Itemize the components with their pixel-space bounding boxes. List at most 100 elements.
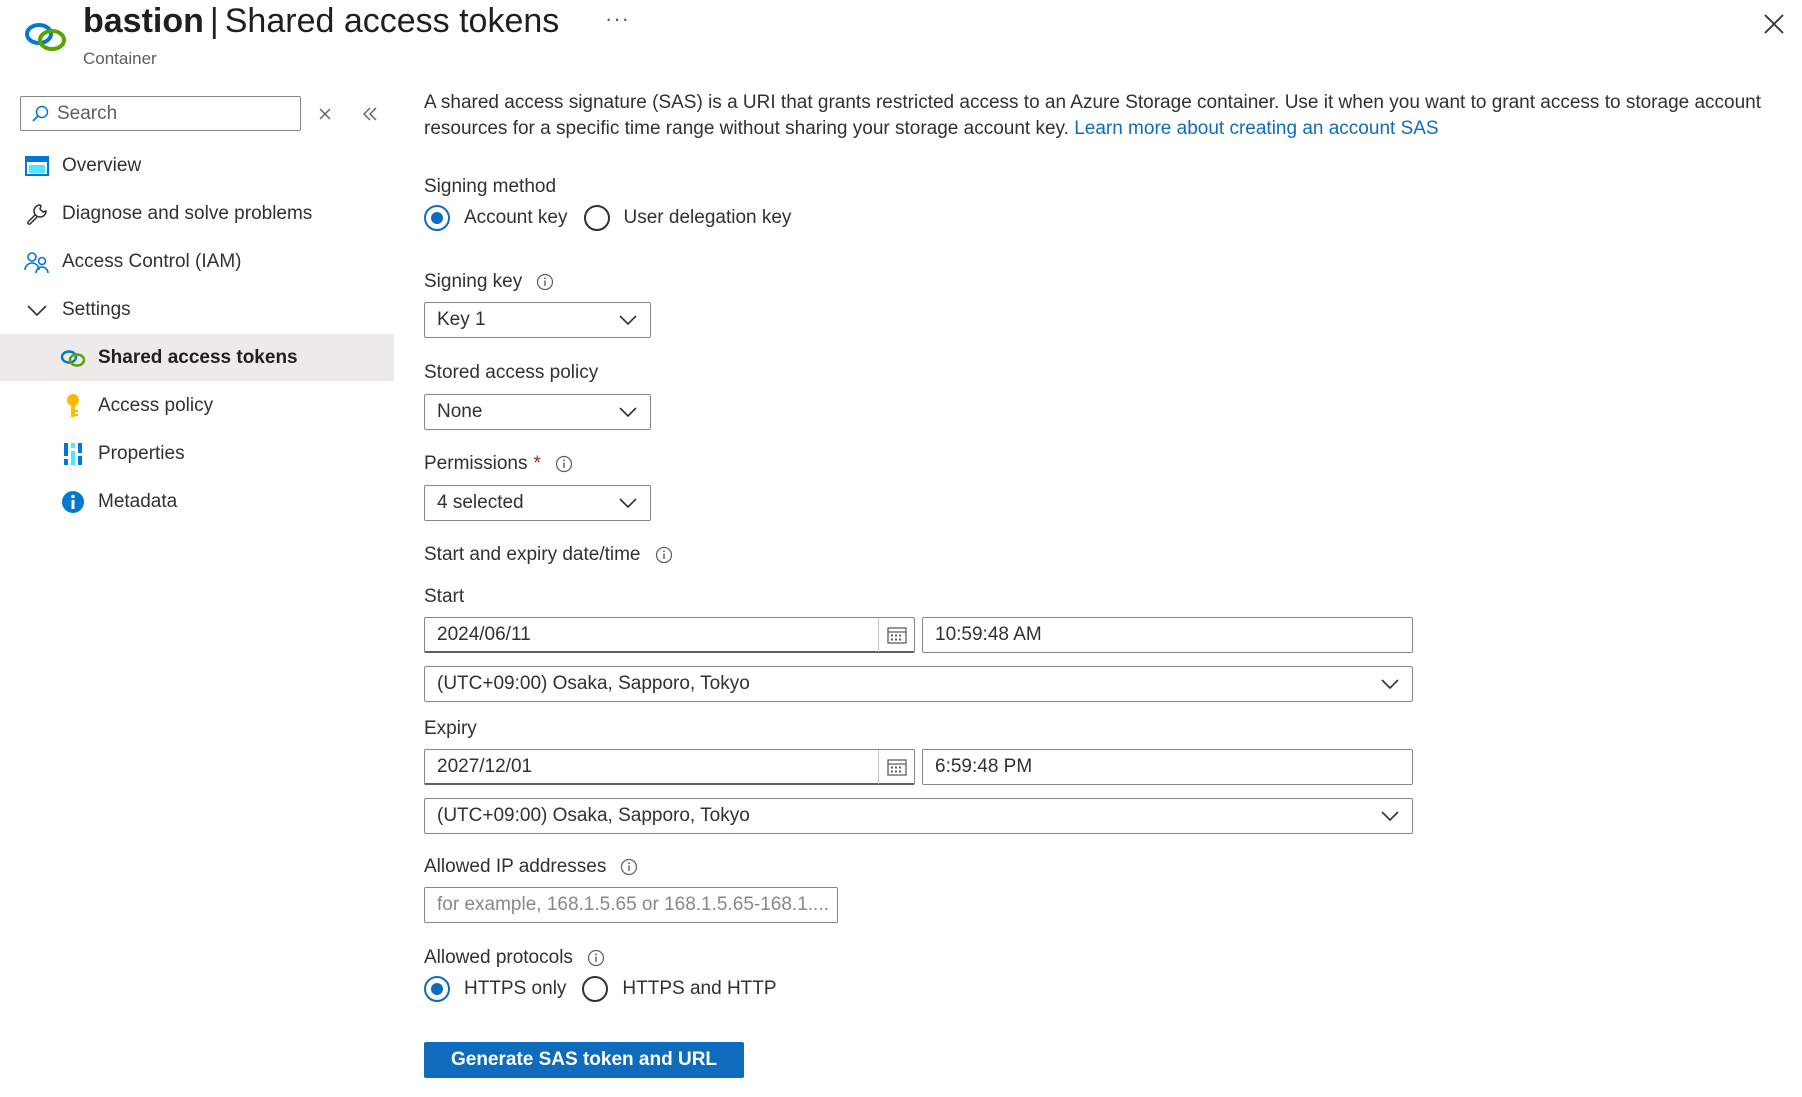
chevron-down-icon [619,315,637,326]
sidebar-item-overview[interactable]: Overview [0,142,394,189]
https-only-label[interactable]: HTTPS only [464,978,566,1000]
permissions-label-text: Permissions [424,453,528,474]
resource-type: Container [83,49,157,68]
stored-access-policy-value: None [437,401,483,422]
signing-key-dropdown[interactable]: Key 1 [424,302,651,338]
signing-method-radio-group: Account key User delegation key [424,205,807,231]
start-date-value: 2024/06/11 [437,623,531,645]
start-date-input[interactable]: 2024/06/11 [424,617,915,653]
allowed-ip-label: Allowed IP addresses [424,856,638,878]
calendar-button[interactable] [878,750,914,784]
info-icon[interactable] [655,546,673,564]
radio-dot [431,212,443,224]
account-key-radio[interactable] [424,205,450,231]
expiry-label-text: Expiry [424,718,477,739]
properties-icon [60,441,86,467]
start-time-value: 10:59:48 AM [935,624,1042,645]
permissions-value: 4 selected [437,492,524,513]
signing-method-label: Signing method [424,176,556,198]
info-icon[interactable] [620,858,638,876]
info-icon[interactable] [587,949,605,967]
close-icon[interactable] [1762,12,1786,36]
generate-sas-button[interactable]: Generate SAS token and URL [424,1042,744,1078]
link-icon [60,345,86,371]
datetime-section-label: Start and expiry date/time [424,544,673,566]
people-icon [24,249,50,275]
sidebar-item-properties[interactable]: Properties [0,430,394,477]
sas-form: A shared access signature (SAS) is a URI… [424,90,1784,1078]
expiry-timezone-value: (UTC+09:00) Osaka, Sapporo, Tokyo [437,805,750,826]
sidebar-item-shared-access-tokens[interactable]: Shared access tokens [0,334,394,381]
calendar-icon [886,759,907,776]
chevron-down-icon [619,498,637,509]
allowed-ip-placeholder: for example, 168.1.5.65 or 168.1.5.65-16… [437,894,829,915]
chevron-down-icon [1381,811,1399,822]
start-label: Start [424,586,464,608]
https-only-radio[interactable] [424,976,450,1002]
user-delegation-key-label[interactable]: User delegation key [624,207,792,229]
search-icon [32,105,49,122]
sidebar-item-iam[interactable]: Access Control (IAM) [0,238,394,285]
start-timezone-dropdown[interactable]: (UTC+09:00) Osaka, Sapporo, Tokyo [424,666,1413,702]
signing-key-label: Signing key [424,271,554,293]
signing-key-value: Key 1 [437,309,486,330]
chevron-down-icon [619,407,637,418]
https-and-http-radio[interactable] [582,976,609,1002]
collapse-menu-icon[interactable] [360,104,380,124]
sidebar-group-settings[interactable]: Settings [0,286,394,333]
sidebar-item-label: Diagnose and solve problems [62,202,313,224]
datetime-section-label-text: Start and expiry date/time [424,544,641,565]
search-placeholder: Search [57,102,118,124]
page-header: bastion | Shared access tokens Container ·… [0,0,1802,80]
learn-more-link[interactable]: Learn more about creating an account SAS [1074,118,1438,139]
stored-access-policy-dropdown[interactable]: None [424,394,651,430]
more-options-button[interactable]: ··· [605,6,630,32]
clear-search-icon[interactable] [315,104,335,124]
https-and-http-label[interactable]: HTTPS and HTTP [622,978,776,1000]
resource-menu: Search Overview Diagnose and solve probl… [0,90,394,1090]
allowed-protocols-radio-group: HTTPS only HTTPS and HTTP [424,976,793,1002]
overview-icon [24,153,50,179]
permissions-dropdown[interactable]: 4 selected [424,485,651,521]
sidebar-item-metadata[interactable]: Metadata [0,478,394,525]
expiry-time-value: 6:59:48 PM [935,756,1033,777]
shared-access-tokens-icon [25,23,66,51]
chevron-down-icon [24,297,50,323]
expiry-date-value: 2027/12/01 [437,755,533,777]
key-icon [60,393,86,419]
sidebar-item-label: Properties [98,442,185,464]
allowed-protocols-label: Allowed protocols [424,947,605,969]
sidebar-item-label: Overview [62,154,142,176]
calendar-button[interactable] [878,618,914,652]
expiry-time-input[interactable]: 6:59:48 PM [922,749,1413,785]
sidebar-item-label: Access Control (IAM) [62,250,242,272]
required-asterisk: * [533,453,541,474]
info-icon [60,489,86,515]
info-icon[interactable] [555,455,573,473]
account-key-label[interactable]: Account key [464,207,568,229]
sidebar-item-diagnose[interactable]: Diagnose and solve problems [0,190,394,237]
expiry-timezone-dropdown[interactable]: (UTC+09:00) Osaka, Sapporo, Tokyo [424,798,1413,834]
start-label-text: Start [424,586,465,607]
search-input[interactable]: Search [20,96,301,131]
stored-access-policy-label: Stored access policy [424,362,598,384]
resource-name: bastion [83,2,204,40]
info-icon[interactable] [536,273,554,291]
wrench-icon [24,201,50,227]
allowed-protocols-label-text: Allowed protocols [424,947,573,968]
expiry-date-input[interactable]: 2027/12/01 [424,749,915,785]
permissions-label: Permissions * [424,453,573,475]
user-delegation-key-radio[interactable] [583,205,610,231]
sidebar-item-access-policy[interactable]: Access policy [0,382,394,429]
sidebar-item-label: Shared access tokens [98,346,298,368]
start-time-input[interactable]: 10:59:48 AM [922,617,1413,653]
signing-key-label-text: Signing key [424,271,523,292]
stored-access-policy-label-text: Stored access policy [424,362,599,383]
page-title: bastion | Shared access tokens [83,2,559,41]
allowed-ip-input[interactable]: for example, 168.1.5.65 or 168.1.5.65-16… [424,887,838,923]
allowed-ip-label-text: Allowed IP addresses [424,856,607,877]
radio-dot [431,983,443,995]
sidebar-item-label: Settings [62,298,131,320]
signing-method-label-text: Signing method [424,176,557,197]
expiry-label: Expiry [424,718,477,740]
